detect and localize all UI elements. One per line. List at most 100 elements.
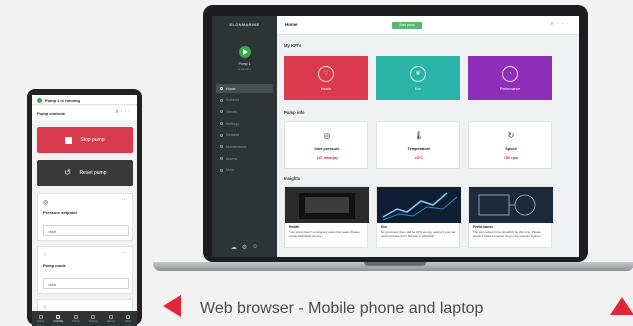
sidebar-item-trends[interactable]: Trends xyxy=(216,107,273,116)
kpi-card-performance[interactable]: ◔ Performance xyxy=(468,56,552,100)
insight-title: Health xyxy=(289,225,300,229)
nav-tab-trends[interactable]: Trends xyxy=(68,314,83,323)
sidebar-item-schema[interactable]: Schema xyxy=(216,96,273,105)
bell-icon xyxy=(108,314,113,319)
nav-label: Trends xyxy=(71,319,80,323)
nav-label: More xyxy=(125,319,132,323)
pump-mode-card: ◌ ··· Pump mode value xyxy=(37,246,133,294)
kpi-label: Eco xyxy=(414,87,422,91)
nav-label: Alarms xyxy=(106,319,115,323)
page-title: Home xyxy=(285,22,298,27)
reset-pump-label: Reset pump xyxy=(79,170,107,176)
controls-icon xyxy=(56,314,61,319)
more-icon[interactable]: ··· xyxy=(121,109,133,115)
mode-icon: ◌ xyxy=(43,252,47,258)
heart-icon: ♡ xyxy=(318,66,334,82)
sidebar-item-label: Detailed xyxy=(226,133,240,138)
stop-icon xyxy=(65,136,73,144)
sidebar-item-label: More xyxy=(226,168,235,173)
kpi-card-health[interactable]: ♡ Health xyxy=(284,56,368,100)
insight-card-performance[interactable]: Performance The pump-down time shouldn't… xyxy=(468,186,553,248)
insight-card-health[interactable]: Health Your pump had 7 emergency stops t… xyxy=(284,186,369,248)
nav-tab-controls[interactable]: Controls xyxy=(51,314,66,323)
speed-icon: ↻ xyxy=(507,131,515,140)
sidebar-item-alarms[interactable]: Alarms xyxy=(216,154,273,163)
more-icon xyxy=(126,314,131,319)
caption: Web browser - Mobile phone and laptop xyxy=(200,300,484,317)
phone-header: Pump controls ⌕··· xyxy=(32,106,137,120)
info-label: Speed xyxy=(505,147,517,151)
reset-icon: ↺ xyxy=(64,168,71,177)
info-value: 147 mbar(a) xyxy=(316,156,338,160)
insights-section-title: Insights xyxy=(284,176,301,181)
sidebar-item-more[interactable]: More xyxy=(216,166,273,175)
running-indicator-icon xyxy=(37,97,42,103)
thermometer-icon: 🌡︎ xyxy=(413,131,425,140)
insight-card-eco[interactable]: Eco Do you know there will be 10% energy… xyxy=(376,186,461,248)
cloud-icon[interactable]: ☁ xyxy=(231,244,237,251)
card-title: Pump mode xyxy=(43,263,66,268)
gauge-icon: ◔ xyxy=(502,66,518,82)
kpi-card-eco[interactable]: ❦ Eco xyxy=(376,56,460,100)
insight-image xyxy=(377,187,461,223)
more-icon xyxy=(220,168,223,172)
play-icon[interactable] xyxy=(238,46,251,58)
pressure-icon: ◎ xyxy=(43,200,49,206)
phone-header-icons: ⌕··· xyxy=(115,109,132,116)
nav-label: Settings xyxy=(88,319,98,323)
info-card-speed: ↻ Speed 750 rpm xyxy=(468,121,552,169)
sidebar-item-label: Settings xyxy=(226,121,239,126)
reset-pump-button[interactable]: ↺ Reset pump xyxy=(37,160,133,186)
brand-logo: ELONMARINE xyxy=(229,22,260,27)
insight-text: The pump-down time shouldn't be this lon… xyxy=(473,230,542,238)
info-label: Temperature xyxy=(407,147,431,151)
insight-title: Eco xyxy=(381,225,388,229)
stop-pump-button[interactable]: Stop pump xyxy=(37,127,133,153)
sidebar-item-maintenance[interactable]: Maintenance xyxy=(216,142,273,151)
nav-tab-settings[interactable]: Settings xyxy=(86,314,101,323)
more-icon[interactable]: ··· xyxy=(557,21,572,27)
pump-mode-select[interactable]: value xyxy=(43,278,129,289)
info-value: 750 rpm xyxy=(503,156,519,160)
pump-state: is running xyxy=(237,67,251,71)
stop-pump-label: Stop pump xyxy=(80,137,105,143)
phone-status-bar: Pump 1 is running xyxy=(32,95,137,105)
insight-text: Do you know there will be 10% energy sav… xyxy=(381,230,456,238)
nav-tab-alarms[interactable]: Alarms xyxy=(103,314,118,323)
laptop-screen: ELONMARINE Pump 1 is running Home Schema… xyxy=(212,16,579,257)
sidebar-item-settings[interactable]: Settings xyxy=(216,119,273,128)
topbar: Home Start pump ⌕··· xyxy=(277,16,579,35)
info-label: Inlet pressure xyxy=(314,147,340,151)
pressure-setpoint-card: ◎ ··· Pressure setpoint value xyxy=(37,193,133,241)
card-title: Pressure setpoint xyxy=(43,210,77,215)
pressure-setpoint-input[interactable]: value xyxy=(43,225,129,236)
start-pump-button[interactable]: Start pump xyxy=(392,22,422,29)
nav-tab-home[interactable]: Home xyxy=(33,314,48,323)
pump-status: Pump 1 is running xyxy=(212,46,277,71)
info-section-title: Pump info xyxy=(284,110,305,115)
phone-bottom-nav: Home Controls Trends Settings Alarms Mor… xyxy=(32,311,137,326)
sidebar-item-label: Alarms xyxy=(226,156,238,161)
more-icon[interactable]: ··· xyxy=(122,197,127,203)
sidebar-footer: ☁ ⚙ ☺ xyxy=(212,244,277,251)
insight-title: Performance xyxy=(473,225,494,229)
sidebar-item-label: Schema xyxy=(226,98,240,103)
gear-icon xyxy=(220,122,223,126)
sidebar-item-detailed[interactable]: Detailed xyxy=(216,131,273,140)
sidebar: ELONMARINE Pump 1 is running Home Schema… xyxy=(212,16,277,257)
up-triangle-icon xyxy=(610,297,633,315)
kpi-label: Health xyxy=(320,87,332,91)
wrench-icon xyxy=(220,145,223,149)
pump-status-text: Pump 1 is running xyxy=(45,98,80,103)
leaf-icon: ❦ xyxy=(410,66,426,82)
phone-screen: Pump 1 is running Pump controls ⌕··· Sto… xyxy=(32,95,137,326)
nav-tab-more[interactable]: More xyxy=(121,314,136,323)
sidebar-nav: Home Schema Trends Settings Detailed Mai… xyxy=(216,84,273,178)
sidebar-item-home[interactable]: Home xyxy=(216,84,273,93)
insight-image xyxy=(285,187,369,223)
more-icon[interactable]: ··· xyxy=(122,250,127,256)
settings-icon[interactable]: ⚙ xyxy=(242,244,247,251)
insight-image xyxy=(469,187,553,223)
user-icon[interactable]: ☺ xyxy=(252,244,258,251)
phone-header-title: Pump controls xyxy=(37,111,66,116)
